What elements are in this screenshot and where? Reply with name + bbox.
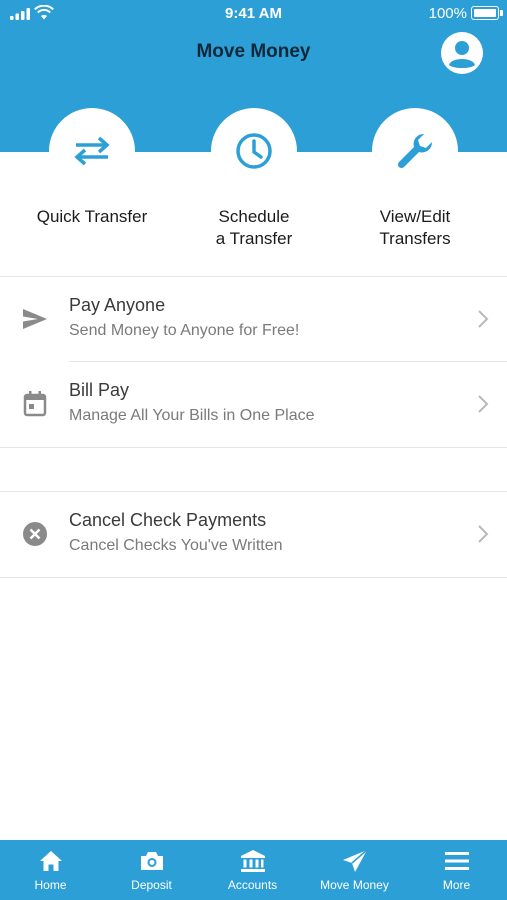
profile-button[interactable] [441,32,483,74]
chevron-right-icon [478,310,489,328]
list-item-subtitle: Cancel Checks You've Written [69,537,283,554]
divider [0,447,507,448]
quick-transfer-button[interactable]: Quick Transfer [7,108,177,228]
tab-label: Home [34,878,67,892]
tab-accounts[interactable]: Accounts [202,840,303,900]
tab-bar: Home Deposit Accounts Move Money More [0,840,507,900]
schedule-transfer-button[interactable]: Schedule a Transfer [169,108,339,250]
camera-icon [140,852,163,870]
swap-arrows-icon [74,136,110,166]
chevron-right-icon [478,525,489,543]
view-edit-transfers-label: View/Edit Transfers [379,207,451,248]
tab-more[interactable]: More [406,840,507,900]
list-item-title: Cancel Check Payments [69,510,267,530]
tab-move-money[interactable]: Move Money [304,840,405,900]
tab-label: Move Money [320,878,389,892]
tab-label: Deposit [131,878,172,892]
schedule-transfer-circle[interactable] [211,108,297,194]
list-item-cancel-check-payments[interactable]: Cancel Check Payments Cancel Checks You'… [0,491,507,577]
menu-icon [444,852,469,870]
tab-deposit[interactable]: Deposit [101,840,202,900]
battery-percent: 100% [428,5,467,22]
list-item-title: Pay Anyone [69,295,166,315]
list-item-subtitle: Manage All Your Bills in One Place [69,407,315,424]
paper-plane-icon [342,849,367,872]
bank-icon [240,850,265,872]
tab-label: More [442,878,471,892]
list-item-subtitle: Send Money to Anyone for Free! [69,322,300,339]
quick-transfer-label: Quick Transfer [36,207,148,226]
tab-label: Accounts [227,878,278,892]
status-bar: 9:41 AM 100% [0,0,507,28]
list-item-pay-anyone[interactable]: Pay Anyone Send Money to Anyone for Free… [0,276,507,362]
divider [0,577,507,578]
battery-icon [471,6,503,20]
quick-actions: Quick Transfer Schedule a Transfer View/… [0,108,507,276]
view-edit-transfers-circle[interactable] [372,108,458,194]
list-item-bill-pay[interactable]: Bill Pay Manage All Your Bills in One Pl… [0,361,507,447]
clock-icon [236,133,272,169]
schedule-transfer-label: Schedule a Transfer [215,207,293,248]
cancel-circle-icon [20,519,50,549]
user-icon [449,41,475,68]
list-item-title: Bill Pay [69,380,130,400]
view-edit-transfers-button[interactable]: View/Edit Transfers [330,108,500,250]
wrench-icon [397,133,433,169]
page-title: Move Money [196,41,311,62]
home-icon [39,851,62,871]
chevron-right-icon [478,395,489,413]
calendar-icon [20,389,50,419]
send-icon [20,304,50,334]
tab-home[interactable]: Home [0,840,101,900]
quick-transfer-circle[interactable] [49,108,135,194]
